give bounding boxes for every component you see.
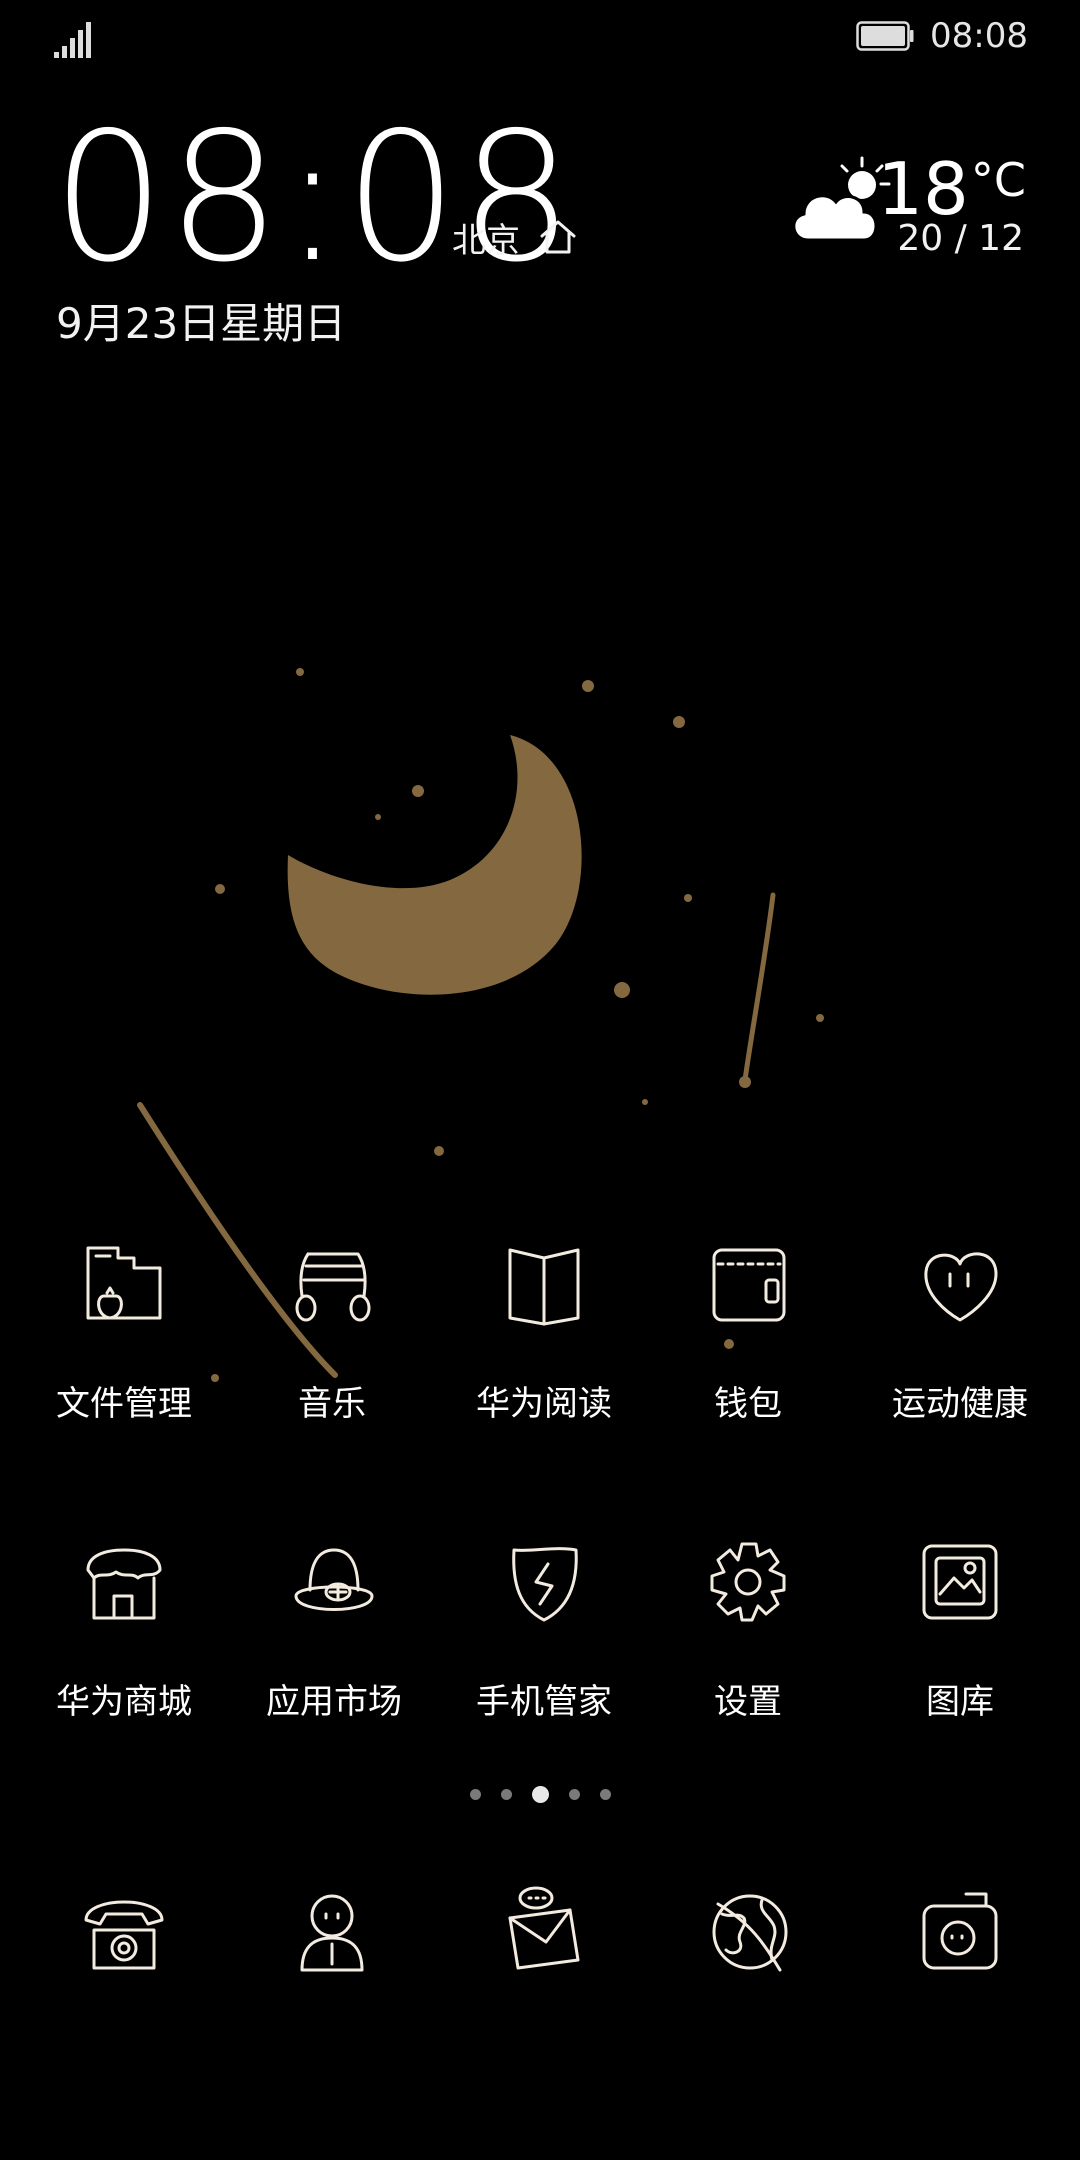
open-book-icon: [508, 1248, 580, 1326]
temperature-range: 20 / 12: [897, 218, 1024, 259]
app-file-manager[interactable]: 文件管理: [16, 1236, 232, 1425]
app-phone-manager[interactable]: 手机管家: [436, 1534, 652, 1723]
app-health[interactable]: 运动健康: [852, 1236, 1068, 1425]
app-wallet[interactable]: 钱包: [640, 1236, 856, 1425]
shooting-star-right: [742, 892, 776, 1083]
hat-icon: [294, 1548, 374, 1611]
app-label: 华为阅读: [476, 1384, 612, 1424]
folder-strawberry-icon: [86, 1246, 162, 1320]
page-dot[interactable]: [599, 1789, 611, 1800]
battery-icon: [856, 21, 914, 51]
telephone-icon[interactable]: [76, 1884, 172, 1980]
page-dot[interactable]: [500, 1789, 512, 1800]
page-dot-active[interactable]: [531, 1786, 549, 1803]
date-text[interactable]: 9月23日星期日: [56, 290, 346, 351]
moon: [287, 735, 582, 995]
status-right: 08:08: [856, 16, 1028, 56]
signal-bars-icon: [54, 22, 91, 58]
city-name[interactable]: 北京: [452, 213, 520, 262]
temperature[interactable]: 18°C: [877, 140, 1026, 229]
app-gallery[interactable]: 图库: [852, 1534, 1068, 1723]
camera-icon[interactable]: [912, 1884, 1008, 1980]
message-envelope-icon[interactable]: [496, 1884, 592, 1980]
heart-icon: [924, 1252, 998, 1322]
temperature-unit: °C: [970, 153, 1026, 207]
app-label: 华为商城: [56, 1682, 192, 1722]
app-label: 设置: [714, 1682, 782, 1722]
page-indicator[interactable]: [0, 1786, 1080, 1803]
page-dot[interactable]: [568, 1789, 580, 1800]
gear-icon: [710, 1542, 786, 1622]
wallet-icon: [712, 1248, 786, 1322]
app-label: 运动健康: [892, 1384, 1028, 1424]
page-dot[interactable]: [469, 1789, 481, 1800]
picture-frame-icon: [922, 1544, 998, 1620]
app-label: 手机管家: [476, 1682, 612, 1722]
app-label: 钱包: [714, 1384, 782, 1424]
app-label: 应用市场: [266, 1682, 402, 1722]
contacts-person-icon[interactable]: [284, 1884, 380, 1980]
shield-icon: [512, 1547, 578, 1622]
app-huawei-reading[interactable]: 华为阅读: [436, 1236, 652, 1425]
app-app-gallery[interactable]: 应用市场: [226, 1534, 442, 1723]
app-music[interactable]: 音乐: [224, 1236, 440, 1425]
browser-globe-icon[interactable]: [702, 1884, 798, 1980]
shop-icon: [86, 1548, 162, 1620]
app-settings[interactable]: 设置: [640, 1534, 856, 1723]
app-label: 文件管理: [56, 1384, 192, 1424]
app-label: 音乐: [298, 1384, 366, 1424]
app-huawei-store[interactable]: 华为商城: [16, 1534, 232, 1723]
app-label: 图库: [926, 1682, 994, 1722]
home-icon: [540, 220, 576, 254]
status-time: 08:08: [930, 16, 1028, 56]
headphones-icon: [295, 1252, 371, 1322]
